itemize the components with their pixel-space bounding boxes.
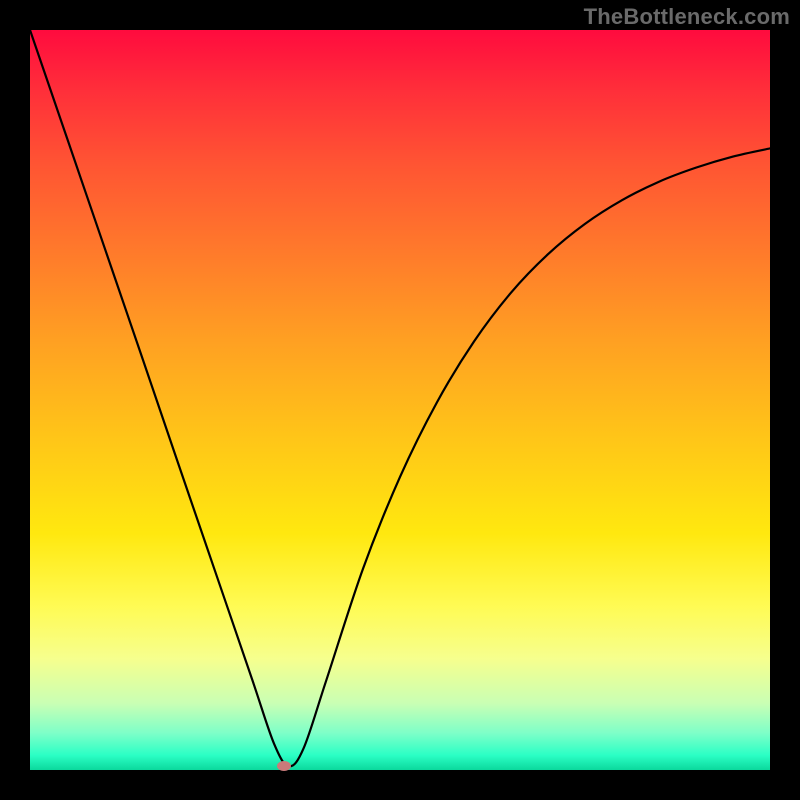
bottleneck-curve	[30, 30, 770, 766]
watermark-text: TheBottleneck.com	[584, 4, 790, 30]
chart-frame: TheBottleneck.com	[0, 0, 800, 800]
curve-layer	[30, 30, 770, 770]
optimal-point-marker	[277, 761, 291, 771]
plot-area	[30, 30, 770, 770]
